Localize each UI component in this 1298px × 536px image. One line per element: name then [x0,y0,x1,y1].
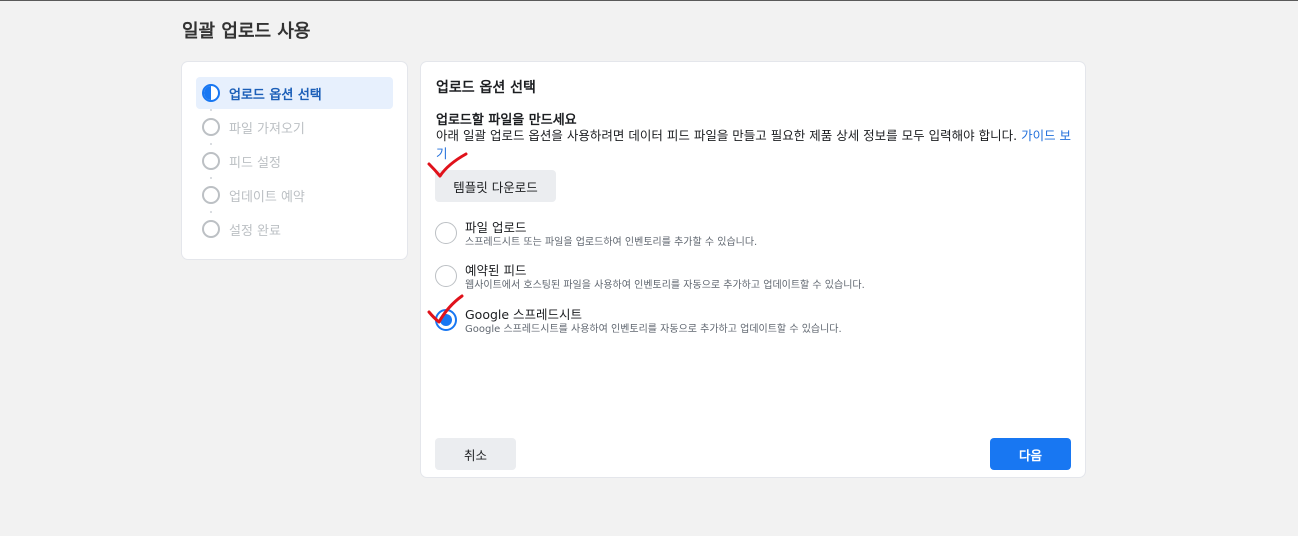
option-title: Google 스프레드시트 [465,307,583,322]
step-schedule-updates: 업데이트 예약 [196,179,393,213]
step-upload-option[interactable]: 업로드 옵션 선택 [196,77,393,111]
upload-option-panel: 업로드 옵션 선택 업로드할 파일을 만드세요 아래 일괄 업로드 옵션을 사용… [421,62,1085,477]
step-label: 업로드 옵션 선택 [229,87,322,103]
step-import-file: 파일 가져오기 [196,111,393,145]
step-label: 파일 가져오기 [229,121,305,137]
steps-panel: 업로드 옵션 선택 파일 가져오기 피드 설정 업데이트 예약 설정 완료 [182,62,407,259]
option-title: 예약된 피드 [465,263,527,278]
option-description: 스프레드시트 또는 파일을 업로드하여 인벤토리를 추가할 수 있습니다. [465,237,758,248]
radio-unchecked-icon[interactable] [435,265,457,287]
option-title: 파일 업로드 [465,220,527,235]
description-text: 아래 일괄 업로드 옵션을 사용하려면 데이터 피드 파일을 만들고 필요한 제… [436,128,1022,143]
step-circle-icon [202,186,220,204]
radio-unchecked-icon[interactable] [435,222,457,244]
step-complete: 설정 완료 [196,213,393,245]
step-circle-icon [202,152,220,170]
step-circle-icon [202,118,220,136]
window-top-border [0,0,1298,1]
section-heading: 업로드할 파일을 만드세요 [436,113,577,128]
step-label: 업데이트 예약 [229,189,305,205]
cancel-button[interactable]: 취소 [435,438,516,470]
step-label: 설정 완료 [229,223,281,239]
next-button[interactable]: 다음 [990,438,1071,470]
section-description: 아래 일괄 업로드 옵션을 사용하려면 데이터 피드 파일을 만들고 필요한 제… [436,127,1076,163]
step-feed-settings: 피드 설정 [196,145,393,179]
option-description: Google 스프레드시트를 사용하여 인벤토리를 자동으로 추가하고 업데이트… [465,324,842,335]
step-circle-icon [202,220,220,238]
page-title: 일괄 업로드 사용 [182,21,311,42]
radio-checked-icon[interactable] [435,309,457,331]
panel-title: 업로드 옵션 선택 [436,80,536,96]
step-progress-half-icon [202,84,220,102]
option-file-upload[interactable]: 파일 업로드 스프레드시트 또는 파일을 업로드하여 인벤토리를 추가할 수 있… [435,220,757,250]
download-template-button[interactable]: 템플릿 다운로드 [435,170,556,202]
option-google-sheets[interactable]: Google 스프레드시트 Google 스프레드시트를 사용하여 인벤토리를 … [435,307,842,337]
option-description: 웹사이트에서 호스팅된 파일을 사용하여 인벤토리를 자동으로 추가하고 업데이… [465,280,865,291]
option-scheduled-feed[interactable]: 예약된 피드 웹사이트에서 호스팅된 파일을 사용하여 인벤토리를 자동으로 추… [435,263,865,293]
step-label: 피드 설정 [229,155,281,171]
